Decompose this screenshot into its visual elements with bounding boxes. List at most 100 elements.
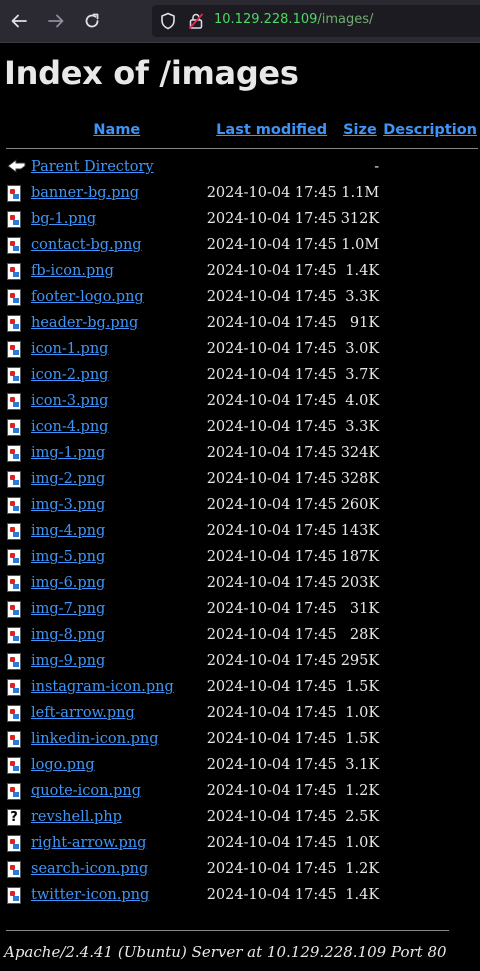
- file-link[interactable]: linkedin-icon.png: [31, 731, 158, 747]
- directory-listing-table: Name Last modified Size Description Pare…: [4, 118, 480, 908]
- file-row: img-5.png 2024-10-04 17:45 187K: [6, 544, 478, 570]
- file-description: [382, 206, 478, 232]
- sort-by-description-link[interactable]: Description: [383, 122, 477, 138]
- file-modified: 2024-10-04 17:45: [206, 445, 337, 461]
- file-link[interactable]: right-arrow.png: [31, 835, 146, 851]
- image-icon: [7, 522, 21, 540]
- file-description: [382, 596, 478, 622]
- file-row: twitter-icon.png 2024-10-04 17:45 1.4K: [6, 882, 478, 908]
- file-modified: 2024-10-04 17:45: [206, 679, 337, 695]
- file-link[interactable]: footer-logo.png: [31, 289, 144, 305]
- image-icon: [7, 574, 21, 592]
- header-row: Name Last modified Size Description: [6, 118, 478, 142]
- file-row: contact-bg.png 2024-10-04 17:45 1.0M: [6, 232, 478, 258]
- file-link[interactable]: quote-icon.png: [31, 783, 141, 799]
- file-link[interactable]: search-icon.png: [31, 861, 148, 877]
- file-link[interactable]: img-4.png: [31, 523, 105, 539]
- file-description: [382, 752, 478, 778]
- parent-directory-link[interactable]: Parent Directory: [31, 159, 154, 175]
- shield-icon[interactable]: [160, 12, 176, 34]
- file-link[interactable]: instagram-icon.png: [31, 679, 174, 695]
- file-description: [382, 466, 478, 492]
- image-icon: [7, 860, 21, 878]
- file-size: 187K: [340, 549, 380, 565]
- file-modified: 2024-10-04 17:45: [206, 601, 337, 617]
- sort-by-modified-link[interactable]: Last modified: [216, 122, 327, 138]
- file-link[interactable]: twitter-icon.png: [31, 887, 149, 903]
- file-link[interactable]: img-6.png: [31, 575, 105, 591]
- image-icon: [7, 652, 21, 670]
- file-row: search-icon.png 2024-10-04 17:45 1.2K: [6, 856, 478, 882]
- file-link[interactable]: icon-2.png: [31, 367, 108, 383]
- file-link[interactable]: banner-bg.png: [31, 185, 139, 201]
- file-link[interactable]: icon-1.png: [31, 341, 108, 357]
- file-row: img-7.png 2024-10-04 17:45 31K: [6, 596, 478, 622]
- file-link[interactable]: revshell.php: [31, 809, 122, 825]
- image-icon: [7, 366, 21, 384]
- file-row: icon-4.png 2024-10-04 17:45 3.3K: [6, 414, 478, 440]
- file-link[interactable]: header-bg.png: [31, 315, 138, 331]
- insecure-lock-icon[interactable]: [188, 12, 204, 34]
- parent-directory-row: Parent Directory -: [6, 154, 478, 180]
- file-size: 1.0M: [341, 237, 380, 253]
- file-size: 1.5K: [345, 731, 380, 747]
- file-size: 1.2K: [345, 783, 380, 799]
- sort-by-name-link[interactable]: Name: [93, 122, 140, 138]
- image-icon: [7, 834, 21, 852]
- file-modified: 2024-10-04 17:45: [206, 731, 337, 747]
- file-description: [382, 648, 478, 674]
- image-icon: [7, 548, 21, 566]
- size-header: Size: [340, 118, 381, 142]
- image-icon: [7, 496, 21, 514]
- file-link[interactable]: icon-4.png: [31, 419, 108, 435]
- file-description: [382, 258, 478, 284]
- file-size: 312K: [340, 211, 380, 227]
- file-description: [382, 882, 478, 908]
- address-bar[interactable]: 10.129.228.109/images/: [152, 5, 480, 37]
- sort-by-size-link[interactable]: Size: [343, 122, 377, 138]
- file-size: 1.0K: [345, 835, 380, 851]
- file-link[interactable]: logo.png: [31, 757, 95, 773]
- file-modified: 2024-10-04 17:45: [206, 627, 337, 643]
- file-link[interactable]: img-7.png: [31, 601, 105, 617]
- file-link[interactable]: img-9.png: [31, 653, 105, 669]
- file-link[interactable]: img-3.png: [31, 497, 105, 513]
- back-arrow-icon[interactable]: [7, 9, 31, 33]
- file-link[interactable]: fb-icon.png: [31, 263, 114, 279]
- file-row: linkedin-icon.png 2024-10-04 17:45 1.5K: [6, 726, 478, 752]
- file-link[interactable]: icon-3.png: [31, 393, 108, 409]
- file-description: [382, 310, 478, 336]
- file-link[interactable]: left-arrow.png: [31, 705, 135, 721]
- file-link[interactable]: bg-1.png: [31, 211, 96, 227]
- file-description: [382, 284, 478, 310]
- url-host: 10.129.228.109: [214, 12, 318, 27]
- file-modified: 2024-10-04 17:45: [206, 419, 337, 435]
- file-modified: 2024-10-04 17:45: [206, 705, 337, 721]
- file-size: 260K: [340, 497, 380, 513]
- file-size: 143K: [340, 523, 380, 539]
- file-description: [382, 518, 478, 544]
- header-separator: [6, 142, 478, 154]
- file-row: header-bg.png 2024-10-04 17:45 91K: [6, 310, 478, 336]
- file-link[interactable]: img-1.png: [31, 445, 105, 461]
- file-modified: 2024-10-04 17:45: [206, 237, 337, 253]
- url-path: /images/: [317, 12, 374, 27]
- file-link[interactable]: img-8.png: [31, 627, 105, 643]
- file-size: 3.7K: [345, 367, 380, 383]
- file-description: [382, 414, 478, 440]
- unknown-file-icon: ?: [7, 808, 21, 826]
- file-description: [382, 570, 478, 596]
- file-description: [382, 232, 478, 258]
- file-link[interactable]: img-2.png: [31, 471, 105, 487]
- file-link[interactable]: contact-bg.png: [31, 237, 142, 253]
- image-icon: [7, 314, 21, 332]
- reload-icon[interactable]: [80, 9, 104, 33]
- file-modified: 2024-10-04 17:45: [206, 185, 337, 201]
- forward-arrow-icon[interactable]: [44, 9, 68, 33]
- file-row: icon-3.png 2024-10-04 17:45 4.0K: [6, 388, 478, 414]
- file-description: [382, 180, 478, 206]
- file-size: 2.5K: [345, 809, 380, 825]
- image-icon: [7, 340, 21, 358]
- file-link[interactable]: img-5.png: [31, 549, 105, 565]
- image-icon: [7, 626, 21, 644]
